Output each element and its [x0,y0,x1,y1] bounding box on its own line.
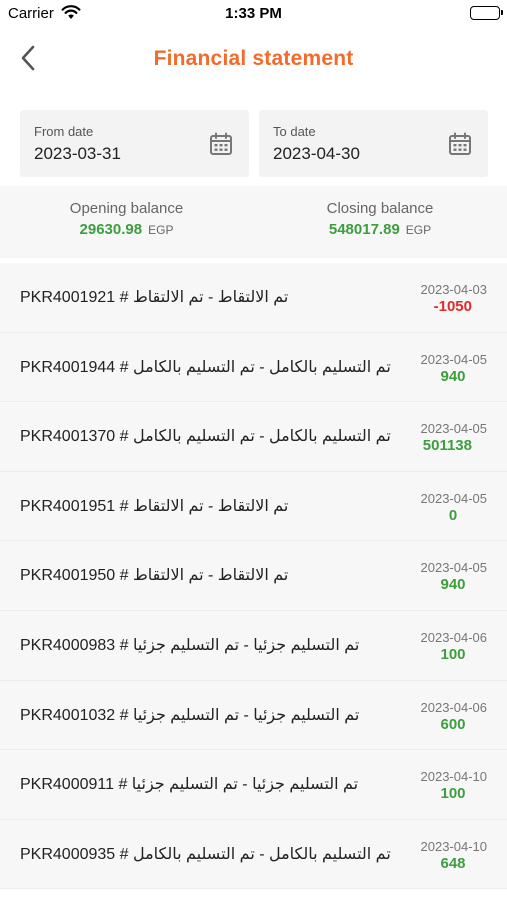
transaction-date: 2023-04-03 [420,282,488,297]
closing-balance-amount: 548017.89 [328,221,400,238]
transaction-row[interactable]: تم التسليم جزئيا - تم التسليم جزئيا # PK… [0,680,507,751]
to-date-label: To date [273,124,316,139]
transaction-list: تم الالتقاط - تم الالتقاط # PKR4001921 2… [0,263,507,890]
from-date-label: From date [34,124,94,139]
transaction-date: 2023-04-05 [420,560,488,576]
transaction-date: 2023-04-05 [420,421,488,437]
battery-icon [470,6,503,20]
from-date-value: 2023-03-31 [34,144,121,163]
transaction-amount: 940 [440,576,466,594]
opening-balance-label: Opening balance [69,200,184,217]
transaction-amount: 100 [440,645,466,663]
transaction-date: 2023-04-05 [420,490,488,506]
transaction-amount: -1050 [433,298,472,315]
transaction-row[interactable]: تم التسليم بالكامل - تم التسليم بالكامل … [0,402,507,472]
transaction-amount: 100 [440,785,466,803]
transaction-row[interactable]: تم الالتقاط - تم الالتقاط # PKR4001921 2… [0,263,507,333]
calendar-icon[interactable] [448,132,472,161]
closing-balance-label: Closing balance [326,200,434,217]
transaction-description: تم الالتقاط - تم الالتقاط # PKR4001921 [20,289,289,306]
transaction-date: 2023-04-05 [420,351,488,367]
transaction-date: 2023-04-10 [420,838,488,854]
transaction-description: تم الالتقاط - تم الالتقاط # PKR4001950 [20,567,289,585]
transaction-description: تم التسليم جزئيا - تم التسليم جزئيا # PK… [20,706,360,724]
opening-balance-amount: 29630.98 [79,221,143,238]
transaction-amount: 501138 [422,437,472,455]
transaction-description: تم التسليم بالكامل - تم التسليم بالكامل … [20,428,391,446]
transaction-row[interactable]: تم الالتقاط - تم الالتقاط # PKR4001951 2… [0,471,507,542]
transaction-amount: 940 [440,367,466,385]
transaction-row[interactable]: تم التسليم بالكامل - تم التسليم بالكامل … [0,819,507,890]
transaction-date: 2023-04-10 [420,769,488,785]
transaction-description: تم التسليم جزئيا - تم التسليم جزئيا # PK… [20,776,359,794]
transaction-description: تم التسليم جزئيا - تم التسليم جزئيا # PK… [20,636,360,654]
to-date-value: 2023-04-30 [273,144,360,163]
opening-balance: Opening balance 29630.98 EGP [0,200,253,238]
clock-time: 1:33 PM [225,5,282,22]
transaction-description: تم التسليم بالكامل - تم التسليم بالكامل … [20,845,391,863]
transaction-amount: 600 [440,715,466,733]
calendar-icon[interactable] [209,132,233,161]
page-title: Financial statement [153,47,354,70]
balance-summary: Opening balance 29630.98 EGP Closing bala… [0,186,507,258]
transaction-row[interactable]: تم التسليم جزئيا - تم التسليم جزئيا # PK… [0,750,507,820]
transaction-date: 2023-04-06 [420,629,488,645]
opening-balance-currency: EGP [148,223,174,237]
transaction-row[interactable]: تم الالتقاط - تم الالتقاط # PKR4001950 2… [0,541,507,611]
to-date-field[interactable]: To date 2023-04-30 [259,110,488,177]
closing-balance: Closing balance 548017.89 EGP [253,200,507,238]
from-date-field[interactable]: From date 2023-03-31 [20,110,249,177]
transaction-description: تم التسليم بالكامل - تم التسليم بالكامل … [20,358,391,376]
nav-bar: Financial statement [0,36,507,86]
transaction-amount: 0 [448,506,458,524]
transaction-description: تم الالتقاط - تم الالتقاط # PKR4001951 [20,497,289,515]
transaction-amount: 648 [440,854,466,872]
closing-balance-currency: EGP [405,223,432,237]
transaction-row[interactable]: تم التسليم بالكامل - تم التسليم بالكامل … [0,332,507,403]
transaction-row[interactable]: تم التسليم جزئيا - تم التسليم جزئيا # PK… [0,610,507,681]
transaction-date: 2023-04-06 [420,699,488,715]
status-bar: Carrier 1:33 PM [0,0,507,28]
